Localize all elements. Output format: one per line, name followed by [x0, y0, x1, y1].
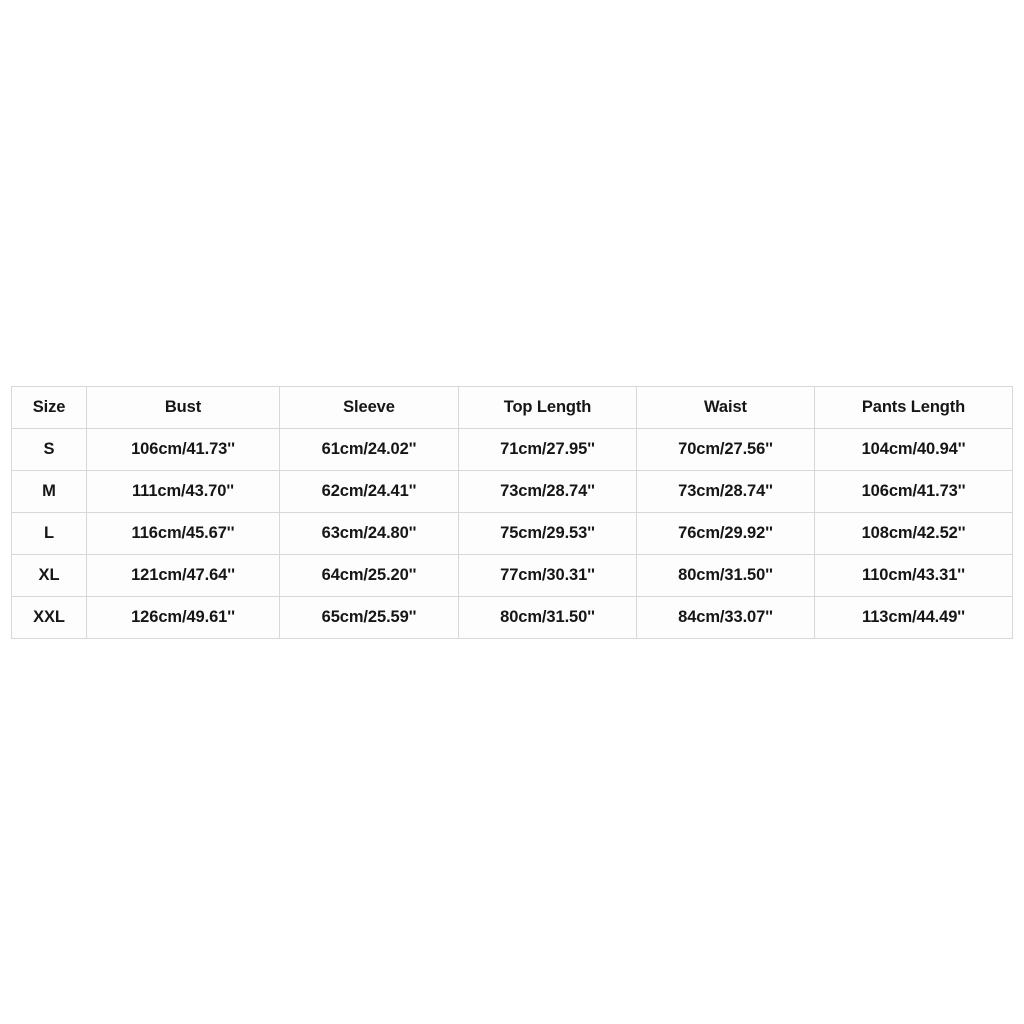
cell-bust: 121cm/47.64'' [86, 554, 280, 597]
table-row: XXL 126cm/49.61'' 65cm/25.59'' 80cm/31.5… [11, 596, 1013, 639]
cell-pants-length: 108cm/42.52'' [814, 512, 1013, 555]
cell-waist: 76cm/29.92'' [636, 512, 815, 555]
table-row: M 111cm/43.70'' 62cm/24.41'' 73cm/28.74'… [11, 470, 1013, 513]
cell-size: L [11, 512, 87, 555]
column-header-bust: Bust [86, 386, 280, 429]
cell-pants-length: 106cm/41.73'' [814, 470, 1013, 513]
cell-sleeve: 65cm/25.59'' [279, 596, 459, 639]
cell-sleeve: 62cm/24.41'' [279, 470, 459, 513]
cell-sleeve: 61cm/24.02'' [279, 428, 459, 471]
cell-size: XL [11, 554, 87, 597]
cell-sleeve: 63cm/24.80'' [279, 512, 459, 555]
size-chart-table: Size Bust Sleeve Top Length Waist Pants … [11, 386, 1013, 639]
cell-bust: 111cm/43.70'' [86, 470, 280, 513]
cell-waist: 84cm/33.07'' [636, 596, 815, 639]
cell-sleeve: 64cm/25.20'' [279, 554, 459, 597]
cell-top-length: 73cm/28.74'' [458, 470, 637, 513]
cell-waist: 73cm/28.74'' [636, 470, 815, 513]
cell-pants-length: 104cm/40.94'' [814, 428, 1013, 471]
cell-top-length: 71cm/27.95'' [458, 428, 637, 471]
table-header: Size Bust Sleeve Top Length Waist Pants … [11, 386, 1013, 429]
column-header-top-length: Top Length [458, 386, 637, 429]
table-header-row: Size Bust Sleeve Top Length Waist Pants … [11, 386, 1013, 429]
cell-top-length: 80cm/31.50'' [458, 596, 637, 639]
cell-bust: 116cm/45.67'' [86, 512, 280, 555]
cell-waist: 80cm/31.50'' [636, 554, 815, 597]
table-row: L 116cm/45.67'' 63cm/24.80'' 75cm/29.53'… [11, 512, 1013, 555]
column-header-size: Size [11, 386, 87, 429]
cell-size: S [11, 428, 87, 471]
table-body: S 106cm/41.73'' 61cm/24.02'' 71cm/27.95'… [11, 428, 1013, 639]
column-header-sleeve: Sleeve [279, 386, 459, 429]
column-header-pants-length: Pants Length [814, 386, 1013, 429]
cell-top-length: 75cm/29.53'' [458, 512, 637, 555]
page-canvas: Size Bust Sleeve Top Length Waist Pants … [0, 0, 1024, 1024]
table-row: S 106cm/41.73'' 61cm/24.02'' 71cm/27.95'… [11, 428, 1013, 471]
table-row: XL 121cm/47.64'' 64cm/25.20'' 77cm/30.31… [11, 554, 1013, 597]
size-chart-container: Size Bust Sleeve Top Length Waist Pants … [11, 386, 1013, 639]
cell-bust: 106cm/41.73'' [86, 428, 280, 471]
column-header-waist: Waist [636, 386, 815, 429]
cell-pants-length: 110cm/43.31'' [814, 554, 1013, 597]
cell-bust: 126cm/49.61'' [86, 596, 280, 639]
cell-size: M [11, 470, 87, 513]
cell-waist: 70cm/27.56'' [636, 428, 815, 471]
cell-pants-length: 113cm/44.49'' [814, 596, 1013, 639]
cell-size: XXL [11, 596, 87, 639]
cell-top-length: 77cm/30.31'' [458, 554, 637, 597]
